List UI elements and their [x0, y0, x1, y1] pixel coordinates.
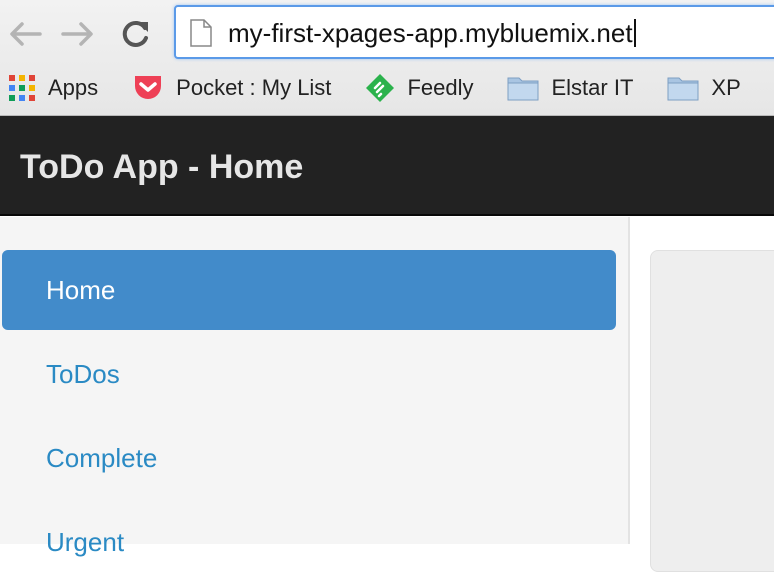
folder-icon — [507, 77, 539, 101]
bookmark-label: Pocket : My List — [176, 75, 332, 100]
reload-button[interactable] — [116, 14, 156, 54]
bookmark-feedly[interactable]: Feedly — [365, 66, 473, 110]
app-navbar: ToDo App - Home — [0, 116, 774, 216]
bookmark-label: Apps — [48, 75, 99, 100]
bookmark-label: XP — [711, 75, 741, 100]
bookmark-xp[interactable]: XP — [667, 66, 741, 110]
content-well — [650, 250, 774, 572]
sidebar-item-label: Home — [46, 274, 116, 305]
forward-button[interactable] — [58, 14, 98, 54]
pocket-icon — [135, 76, 162, 99]
sidebar-item-label: Complete — [46, 442, 158, 473]
sidebar-item-urgent[interactable]: Urgent — [2, 502, 616, 582]
sidebar-item-home[interactable]: Home — [2, 250, 616, 330]
sidebar-item-label: Urgent — [46, 526, 125, 557]
app-title[interactable]: ToDo App - Home — [20, 148, 303, 186]
back-button[interactable] — [5, 14, 45, 54]
main-content — [630, 217, 774, 572]
bookmark-apps[interactable]: Apps — [8, 66, 98, 110]
apps-grid-icon — [9, 75, 35, 101]
page-icon — [190, 19, 212, 52]
arrow-left-icon — [10, 22, 42, 46]
address-bar[interactable]: my-first-xpages-app.mybluemix.net — [174, 5, 774, 59]
browser-chrome: my-first-xpages-app.mybluemix.net Apps P… — [0, 0, 774, 116]
bookmark-label: Feedly — [407, 75, 474, 100]
sidebar: Home ToDos Complete Urgent — [0, 217, 630, 557]
sidebar-item-label: ToDos — [46, 358, 120, 389]
bookmark-label: Elstar IT — [551, 75, 634, 100]
sidebar-item-todos[interactable]: ToDos — [2, 334, 616, 414]
bookmark-elstar-it[interactable]: Elstar IT — [507, 66, 633, 110]
feedly-icon — [366, 74, 395, 102]
reload-icon — [122, 20, 148, 47]
text-caret — [633, 19, 636, 47]
arrow-right-icon — [61, 22, 93, 46]
bookmark-pocket[interactable]: Pocket : My List — [132, 66, 331, 110]
sidebar-item-complete[interactable]: Complete — [2, 418, 616, 498]
url-text: my-first-xpages-app.mybluemix.net — [228, 19, 636, 47]
bookmarks-bar: Apps Pocket : My List Feedly Elstar IT X… — [0, 66, 774, 110]
folder-icon — [667, 77, 699, 101]
